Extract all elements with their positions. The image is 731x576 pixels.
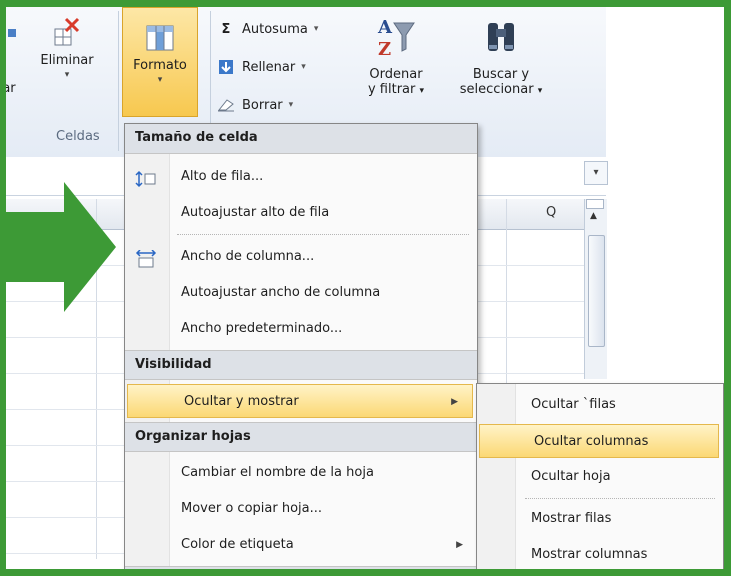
ocultar-mostrar-submenu: Ocultar `filas Ocultar columnas Ocultar …	[476, 383, 724, 569]
svg-text:Z: Z	[378, 39, 391, 60]
format-cells-icon	[145, 22, 175, 52]
submenu-arrow-icon: ▶	[456, 540, 463, 550]
submenu-item-mostrar-filas[interactable]: Mostrar filas	[477, 502, 723, 536]
menu-item-autoajustar-alto[interactable]: Autoajustar alto de fila	[125, 196, 477, 230]
chevron-down-icon: ▾	[313, 24, 319, 34]
menu-item-ancho-predeterminado[interactable]: Ancho predeterminado...	[125, 312, 477, 346]
menu-section-proteccion: Protección	[125, 566, 477, 569]
group-label-celdas: Celdas	[56, 129, 100, 144]
submenu-item-label: Mostrar filas	[531, 511, 612, 526]
menu-item-ancho-columna[interactable]: Ancho de columna...	[125, 240, 477, 274]
menu-item-mover-copiar[interactable]: Mover o copiar hoja...	[125, 492, 477, 526]
buscar-label-line2: seleccionar ▾	[446, 82, 556, 97]
chevron-down-icon: ▾	[64, 70, 70, 80]
svg-text:A: A	[377, 17, 393, 38]
menu-item-label: Color de etiqueta	[181, 537, 294, 552]
screenshot-frame: ar Eliminar ▾ Formato ▾ Celdas Σ Autosum…	[0, 0, 731, 576]
split-box[interactable]	[586, 199, 604, 209]
insert-icon	[8, 29, 16, 37]
rellenar-label: Rellenar	[242, 59, 296, 75]
formato-label: Formato	[133, 58, 187, 73]
group-separator	[118, 11, 119, 151]
chevron-down-icon: ▾	[301, 62, 306, 72]
chevron-down-icon: ▾	[593, 167, 599, 178]
row-height-icon	[135, 168, 157, 188]
eliminar-label: Eliminar	[40, 53, 94, 68]
delete-cells-icon	[52, 17, 82, 47]
submenu-item-label: Ocultar `filas	[531, 397, 616, 412]
menu-item-cambiar-nombre[interactable]: Cambiar el nombre de la hoja	[125, 456, 477, 490]
menu-item-label: Autoajustar alto de fila	[181, 205, 330, 220]
sigma-icon: Σ	[221, 21, 231, 37]
menu-section-organizar: Organizar hojas	[125, 422, 477, 452]
submenu-item-ocultar-hoja[interactable]: Ocultar hoja	[477, 460, 723, 494]
chevron-down-icon: ▾	[537, 86, 543, 96]
menu-item-label: Alto de fila...	[181, 169, 264, 184]
borrar-button[interactable]: Borrar ▾	[216, 93, 293, 117]
chevron-down-icon: ▾	[419, 86, 425, 96]
ordenar-filtrar-button[interactable]: A Z Ordenar y filtrar ▾	[356, 11, 436, 97]
menu-section-visibilidad: Visibilidad	[125, 350, 477, 380]
eraser-icon	[216, 96, 236, 114]
column-header-q[interactable]: Q	[546, 205, 556, 220]
submenu-item-label: Ocultar hoja	[531, 469, 611, 484]
insertar-button[interactable]: ar	[2, 15, 16, 96]
sort-filter-icon: A Z	[376, 15, 416, 61]
scroll-up-icon[interactable]: ▲	[590, 211, 597, 221]
rellenar-button[interactable]: Rellenar ▾	[216, 55, 306, 79]
submenu-item-ocultar-filas[interactable]: Ocultar `filas	[477, 388, 723, 422]
chevron-down-icon: ▾	[157, 75, 163, 85]
buscar-label-text: seleccionar	[459, 82, 534, 97]
column-width-icon	[135, 248, 157, 268]
menu-item-label: Cambiar el nombre de la hoja	[181, 465, 374, 480]
chevron-down-icon: ▾	[288, 100, 294, 110]
menu-separator	[177, 234, 469, 235]
menu-item-label: Autoajustar ancho de columna	[181, 285, 381, 300]
menu-item-label: Ancho de columna...	[181, 249, 315, 264]
buscar-label: Buscar y	[472, 67, 530, 82]
submenu-item-mostrar-columnas[interactable]: Mostrar columnas	[477, 538, 723, 569]
menu-item-autoajustar-ancho[interactable]: Autoajustar ancho de columna	[125, 276, 477, 310]
submenu-item-ocultar-columnas[interactable]: Ocultar columnas	[479, 424, 719, 458]
insertar-label: ar	[2, 81, 16, 96]
menu-separator	[525, 498, 715, 499]
ordenar-label-line2: y filtrar ▾	[356, 82, 436, 97]
menu-item-label: Ancho predeterminado...	[181, 321, 343, 336]
menu-item-ocultar-mostrar[interactable]: Ocultar y mostrar ▶	[127, 384, 473, 418]
buscar-seleccionar-button[interactable]: Buscar y seleccionar ▾	[446, 11, 556, 97]
autosuma-label: Autosuma	[242, 21, 308, 37]
window-background	[606, 7, 724, 367]
formula-expand-button[interactable]: ▾	[584, 161, 608, 185]
borrar-label: Borrar	[242, 97, 283, 113]
eliminar-button[interactable]: Eliminar ▾	[24, 11, 110, 80]
menu-item-alto-fila[interactable]: Alto de fila...	[125, 160, 477, 194]
ordenar-label: Ordenar	[369, 67, 423, 82]
autosuma-button[interactable]: Σ Autosuma ▾	[216, 17, 319, 41]
formato-menu: Tamaño de celda Alto de fila... Autoajus…	[124, 123, 478, 569]
green-arrow-icon	[6, 182, 116, 316]
menu-item-label: Mover o copiar hoja...	[181, 501, 323, 516]
menu-section-tamano: Tamaño de celda	[125, 124, 477, 154]
scrollbar-thumb[interactable]	[588, 235, 605, 347]
formato-button[interactable]: Formato ▾	[122, 7, 198, 117]
vertical-scrollbar[interactable]: ▲	[584, 199, 607, 379]
binoculars-icon	[481, 15, 521, 61]
menu-item-color-etiqueta[interactable]: Color de etiqueta ▶	[125, 528, 477, 562]
submenu-item-label: Mostrar columnas	[531, 547, 648, 562]
submenu-arrow-icon: ▶	[451, 397, 458, 407]
submenu-item-label: Ocultar columnas	[534, 434, 649, 449]
fill-down-icon	[216, 58, 236, 76]
menu-item-label: Ocultar y mostrar	[184, 394, 299, 409]
ordenar-label-text: y filtrar	[367, 82, 416, 97]
